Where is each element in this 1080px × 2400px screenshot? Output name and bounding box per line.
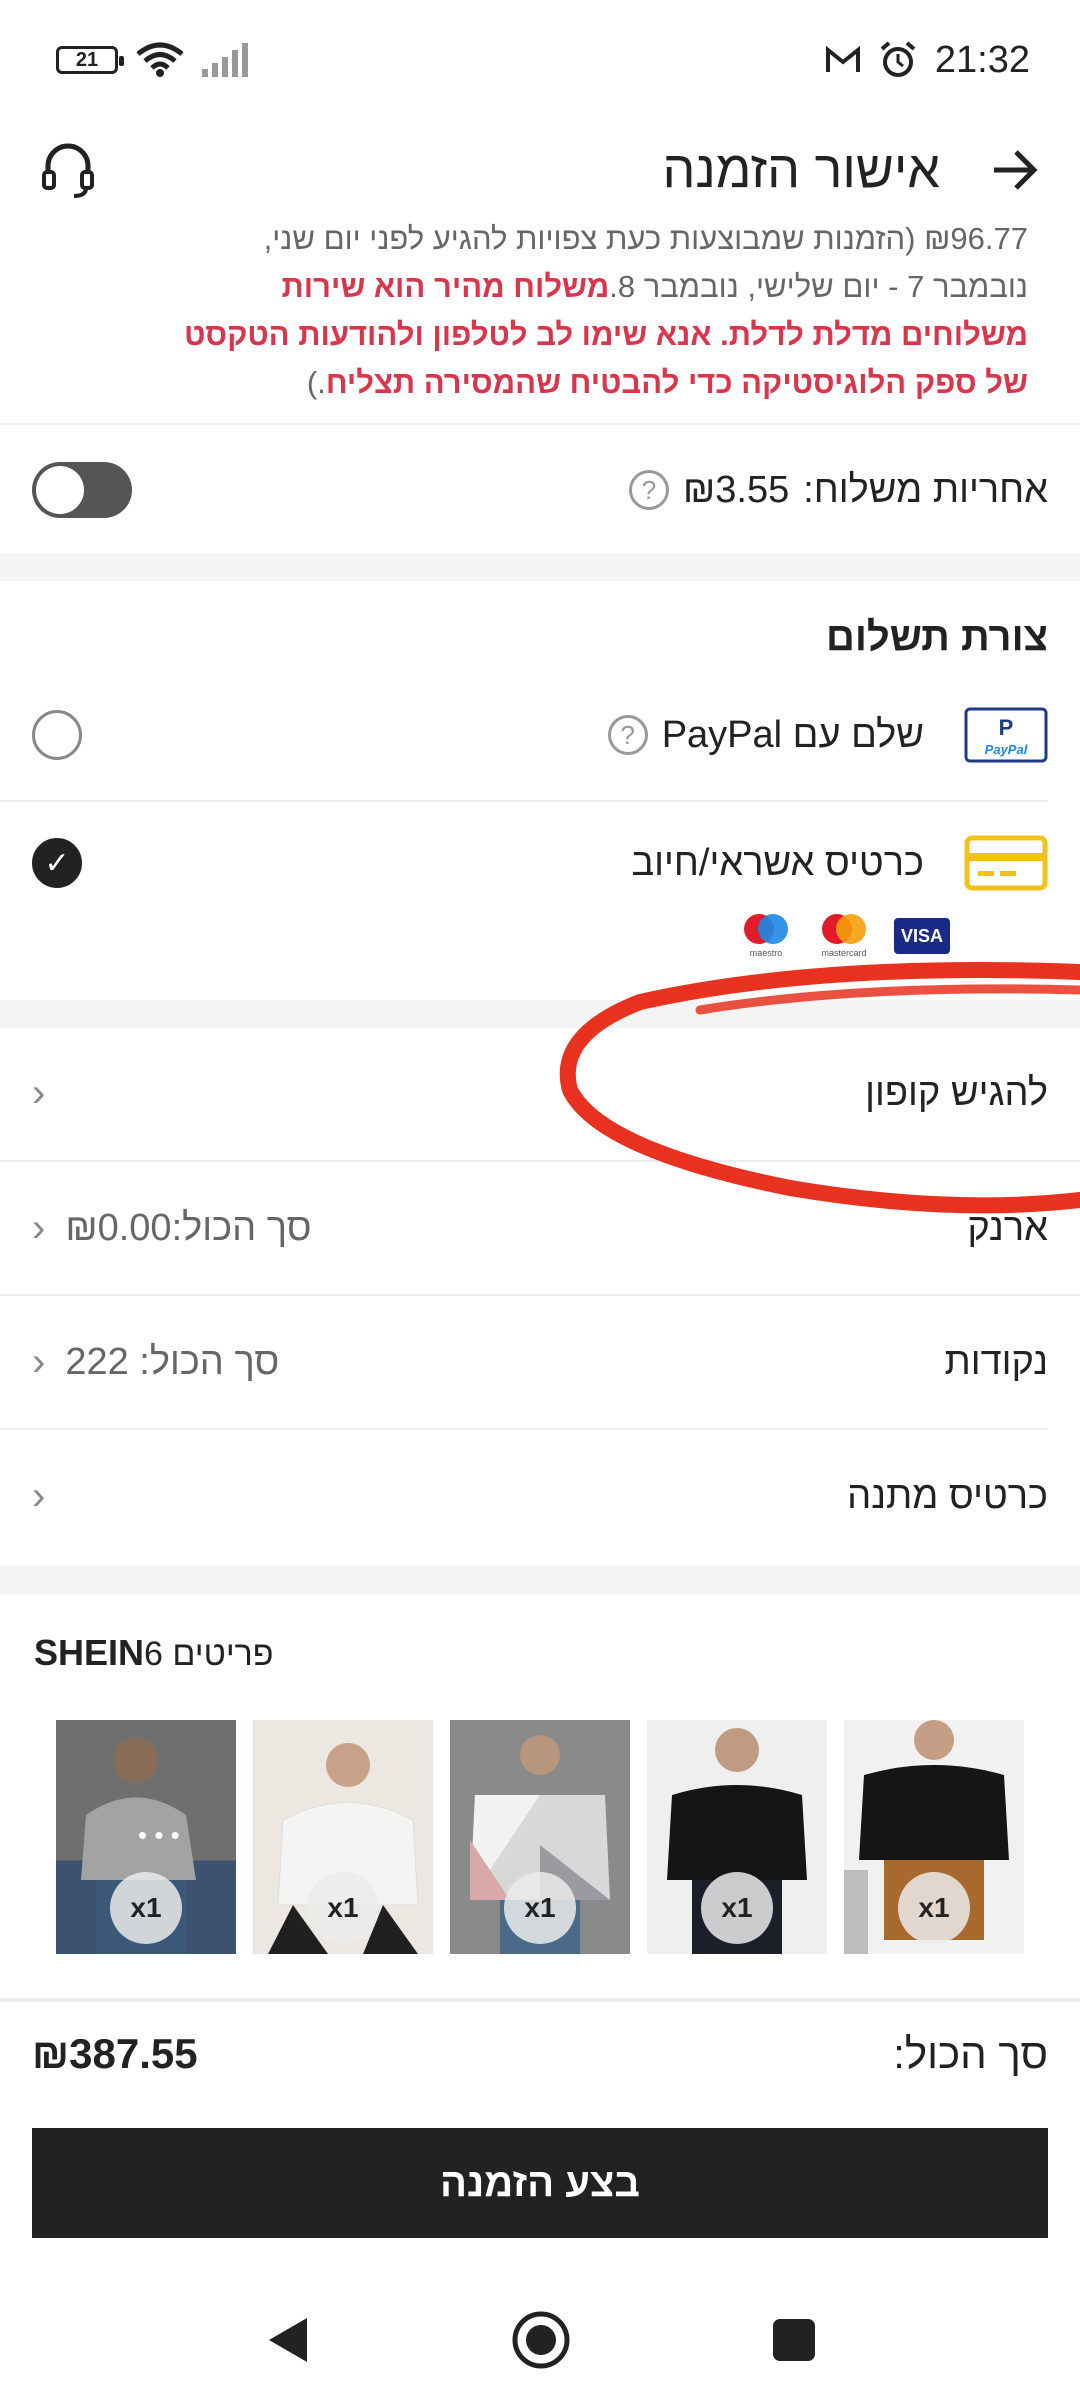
- wallet-label: ארנק: [967, 1206, 1048, 1249]
- quantity-badge: x1: [898, 1872, 970, 1944]
- quantity-badge: x1: [701, 1872, 773, 1944]
- status-right: 21:32: [825, 39, 1030, 82]
- gift-card-row[interactable]: כרטיס מתנה ‹: [0, 1430, 1080, 1562]
- paypal-label-group: שלם עם PayPal ?: [607, 713, 924, 757]
- total-amount: ₪387.55: [32, 2030, 198, 2077]
- notice-line-1: ₪96.77 (הזמנות שמבוצעות כעת צפויות להגיע…: [263, 221, 1028, 256]
- paypal-radio[interactable]: [32, 710, 82, 760]
- paypal-logo: P PayPal: [964, 707, 1048, 763]
- chevron-left-icon: ‹: [32, 1339, 46, 1384]
- gift-card-label: כרטיס מתנה: [847, 1474, 1048, 1517]
- card-label: כרטיס אשראי/חיוב: [631, 841, 924, 884]
- card-brand-logos: maestro mastercard VISA: [738, 912, 950, 958]
- signal-icon: [202, 43, 248, 77]
- back-arrow-icon[interactable]: [990, 148, 1040, 192]
- notice-express-title: משלוח מהיר הוא שירות: [281, 269, 610, 304]
- svg-text:P: P: [999, 715, 1014, 740]
- total-label: סך הכול:: [893, 2030, 1048, 2077]
- help-icon[interactable]: ?: [607, 715, 648, 755]
- notice-end: .): [306, 365, 326, 400]
- more-indicator: • • •: [138, 1820, 180, 1850]
- points-label: נקודות: [944, 1340, 1049, 1383]
- points-row[interactable]: נקודות סך הכול: 222 ‹: [0, 1296, 1080, 1428]
- brand-name: SHEIN: [34, 1632, 145, 1673]
- chevron-left-icon: ‹: [32, 1070, 46, 1115]
- quantity-badge: x1: [504, 1872, 576, 1944]
- check-icon: ✓: [44, 846, 70, 880]
- wallet-value-group: סך הכול:₪0.00 ‹: [32, 1206, 312, 1251]
- chevron-left-icon: ‹: [32, 1473, 46, 1518]
- nav-home-icon[interactable]: [511, 2310, 571, 2370]
- total-row: סך הכול: ₪387.55: [0, 2030, 1080, 2078]
- product-thumb[interactable]: x1: [450, 1720, 630, 1954]
- battery-level: 21: [75, 48, 99, 71]
- quantity-badge: x1: [110, 1872, 182, 1944]
- notice-logistics: של ספק הלוגיסטיקה כדי להבטיח שהמסירה תצל…: [325, 365, 1028, 400]
- mastercard-logo: mastercard: [816, 912, 872, 958]
- shipping-insurance-row: אחריות משלוח: ₪3.55 ?: [0, 440, 1080, 540]
- payment-method-title: צורת תשלום: [826, 615, 1048, 659]
- item-count: 6: [144, 1635, 163, 1673]
- credit-card-icon: [964, 835, 1048, 891]
- section-gap: [0, 1000, 1080, 1028]
- alarm-icon: [880, 41, 916, 77]
- item-count-suffix: פריטים: [162, 1635, 274, 1673]
- page-title: אישור הזמנה: [662, 141, 941, 199]
- place-order-button[interactable]: בצע הזמנה: [32, 2128, 1048, 2238]
- help-icon[interactable]: ?: [628, 470, 669, 510]
- points-value-group: סך הכול: 222 ‹: [32, 1340, 279, 1385]
- product-thumb[interactable]: x1: [844, 1720, 1024, 1954]
- product-thumb[interactable]: x1: [253, 1720, 433, 1954]
- section-gap: [0, 553, 1080, 581]
- gmail-icon: [825, 46, 860, 72]
- paypal-option-content: P PayPal שלם עם PayPal ?: [607, 707, 1048, 763]
- quantity-badge: x1: [307, 1872, 379, 1944]
- section-gap: [0, 1566, 1080, 1594]
- chevron-left-icon: ‹: [32, 1205, 46, 1250]
- shipping-notice: ₪96.77 (הזמנות שמבוצעות כעת צפויות להגיע…: [10, 215, 1050, 407]
- card-radio-checked[interactable]: ✓: [32, 838, 82, 888]
- wallet-value: סך הכול:₪0.00: [65, 1206, 312, 1249]
- nav-back-icon[interactable]: [263, 2314, 311, 2366]
- clock: 21:32: [934, 38, 1030, 81]
- product-thumbnails[interactable]: • • • x1 x1 x1 x1 x1: [56, 1720, 1024, 1954]
- shipping-insurance-info: אחריות משלוח: ₪3.55 ?: [628, 468, 1048, 512]
- app-header: אישור הזמנה: [0, 120, 1080, 220]
- status-left: 21: [56, 42, 252, 78]
- coupon-label: להגיש קופון: [865, 1071, 1048, 1114]
- notice-line-4: של ספק הלוגיסטיקה כדי להבטיח שהמסירה תצל…: [10, 359, 1028, 407]
- points-value: סך הכול: 222: [65, 1340, 280, 1383]
- coupon-row[interactable]: להגיש קופון ‹: [0, 1028, 1080, 1158]
- svg-text:PayPal: PayPal: [985, 742, 1028, 757]
- card-option[interactable]: כרטיס אשראי/חיוב ✓: [0, 818, 1080, 908]
- wallet-row[interactable]: ארנק סך הכול:₪0.00 ‹: [0, 1162, 1080, 1294]
- notice-line-3: משלוחים מדלת לדלת. אנא שימו לב לטלפון ול…: [184, 317, 1028, 352]
- header-right: אישור הזמנה: [663, 140, 1041, 200]
- card-option-content: כרטיס אשראי/חיוב: [631, 835, 1048, 891]
- status-bar: 21 21:32: [0, 0, 1080, 120]
- product-thumb[interactable]: x1: [647, 1720, 827, 1954]
- wifi-icon: [136, 42, 184, 77]
- headset-icon[interactable]: [40, 140, 96, 200]
- paypal-label: שלם עם PayPal: [661, 713, 924, 756]
- product-thumb[interactable]: • • • x1: [56, 1720, 236, 1954]
- divider: [0, 800, 1048, 802]
- notice-dates: נובמבר 7 - יום שלישי, נובמבר 8.: [609, 269, 1028, 304]
- products-title: SHEIN6 פריטים: [34, 1632, 274, 1674]
- visa-logo: VISA: [894, 918, 950, 954]
- maestro-logo: maestro: [738, 912, 794, 958]
- divider: [0, 423, 1080, 425]
- system-nav-bar: [0, 2280, 1080, 2400]
- paypal-option[interactable]: P PayPal שלם עם PayPal ?: [0, 690, 1080, 780]
- shipping-insurance-amount: ₪3.55: [682, 468, 790, 511]
- notice-line-2: נובמבר 7 - יום שלישי, נובמבר 8.משלוח מהי…: [10, 263, 1028, 311]
- battery-icon: 21: [56, 46, 124, 74]
- toggle-knob: [36, 466, 84, 514]
- shipping-insurance-toggle[interactable]: [32, 462, 132, 518]
- nav-recents-icon[interactable]: [771, 2317, 817, 2363]
- shipping-insurance-label: אחריות משלוח:: [803, 468, 1048, 511]
